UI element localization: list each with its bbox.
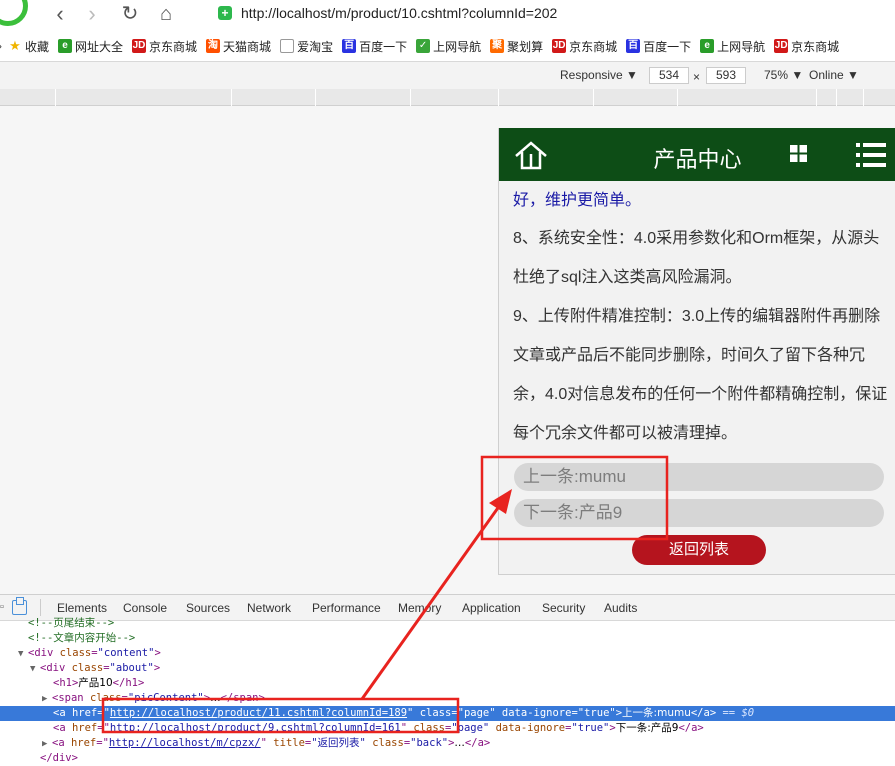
device-width-input[interactable]: 534 <box>649 67 689 84</box>
elements-panel: <!--页尾结束--> <!--文章内容开始--> ▼ <div class="c… <box>0 617 895 766</box>
bookmark-label: 上网导航 <box>433 39 482 54</box>
mobile-page-title: 产品中心 <box>653 147 742 172</box>
reload-icon[interactable]: ↻ <box>118 3 142 25</box>
dom-node-span-piccontent[interactable]: ▶ <span class="picContent">…</span> <box>0 691 895 706</box>
bookmark-favicon-icon: 百 <box>626 39 641 53</box>
bookmark-item[interactable]: 百百度一下 <box>626 38 691 55</box>
tab-sources[interactable]: Sources <box>186 601 230 615</box>
dom-node-div-close[interactable]: </div> <box>0 751 895 766</box>
bookmark-label: 爱淘宝 <box>297 39 334 54</box>
tab-network[interactable]: Network <box>247 601 291 615</box>
mobile-page: 产品中心 好，维护更简单。 8、系统安全性：4.0采用参数化和Orm框架，从源头… <box>498 128 895 575</box>
bookmark-favicon-icon: 百 <box>342 39 357 53</box>
dom-node-div-content[interactable]: ▼ <div class="content"> <box>0 646 895 661</box>
bookmark-item[interactable]: 淘天猫商城 <box>206 38 271 55</box>
article-paragraph-9: 9、上传附件精准控制：3.0上传的编辑器附件再删除文章或产品后不能同步删除，时间… <box>513 308 888 442</box>
bookmarks-more-icon[interactable]: › <box>0 39 2 53</box>
device-mode-select[interactable]: Responsive ▼ <box>560 68 638 82</box>
dom-node-link-next[interactable]: <a href="http://localhost/product/9.csht… <box>0 721 895 736</box>
bookmarks-bar: › ★收藏e网址大全JD京东商城淘天猫商城爱淘宝百百度一下✓上网导航聚聚划算JD… <box>0 33 895 59</box>
article-content: 好，维护更简单。 8、系统安全性：4.0采用参数化和Orm框架，从源头杜绝了sq… <box>513 183 889 453</box>
dom-node-comment-article[interactable]: <!--文章内容开始--> <box>0 631 895 646</box>
back-arrow-icon[interactable]: ‹ <box>48 3 72 25</box>
dom-node-h1[interactable]: <h1>产品10</h1> <box>0 676 895 691</box>
menu-list-icon[interactable] <box>856 142 886 168</box>
bookmark-favicon-icon: JD <box>132 39 147 53</box>
bookmark-label: 聚划算 <box>507 39 544 54</box>
secure-shield-icon: + <box>218 6 232 20</box>
article-paragraph-8: 8、系统安全性：4.0采用参数化和Orm框架，从源头杜绝了sql注入这类高风险漏… <box>513 230 880 286</box>
grid-icon[interactable] <box>790 145 807 162</box>
bookmark-label: 京东商城 <box>569 39 618 54</box>
dom-node-comment-footer[interactable]: <!--页尾结束--> <box>0 616 895 631</box>
forward-arrow-icon[interactable]: › <box>80 3 104 25</box>
bookmark-item[interactable]: 百百度一下 <box>342 38 407 55</box>
bookmark-favicon-icon: JD <box>552 39 567 53</box>
prev-article-link[interactable]: 上一条:mumu <box>514 463 884 491</box>
tab-elements[interactable]: Elements <box>57 601 107 615</box>
bookmark-label: 网址大全 <box>75 39 124 54</box>
inspect-arrow-icon[interactable]: ▫ <box>0 601 4 613</box>
bookmark-favicon-icon: e <box>58 39 73 53</box>
dom-node-link-back[interactable]: ▶ <a href="http://localhost/m/cpzx/" titl… <box>0 736 895 751</box>
bookmark-item[interactable]: JD 京东商城 <box>552 38 617 55</box>
url-input[interactable]: http://localhost/m/product/10.cshtml?col… <box>241 5 557 21</box>
bookmark-favicon-icon <box>280 39 295 53</box>
bookmark-favicon-icon: e <box>700 39 715 53</box>
media-query-ruler[interactable] <box>0 89 895 106</box>
bookmark-favicon-icon: JD <box>774 39 789 53</box>
bookmark-favicon-icon: ✓ <box>416 39 431 53</box>
bookmark-item[interactable]: e 上网导航 <box>700 38 765 55</box>
bookmark-favicon-icon: ★ <box>9 38 21 53</box>
bookmark-label: 京东商城 <box>149 39 198 54</box>
article-line-top: 好，维护更简单。 <box>513 192 642 209</box>
device-toggle-icon[interactable] <box>12 597 27 615</box>
tab-console[interactable]: Console <box>123 601 167 615</box>
tab-performance[interactable]: Performance <box>312 601 381 615</box>
back-to-list-button[interactable]: 返回列表 <box>632 535 766 565</box>
tab-security[interactable]: Security <box>542 601 585 615</box>
screenshot-root: ‹ › ↻ ⌂ + http://localhost/m/product/10.… <box>0 0 895 766</box>
bookmark-item[interactable]: ✓ 上网导航 <box>416 38 481 55</box>
dimension-separator: × <box>693 70 701 84</box>
bookmark-favicon-icon: 淘 <box>206 39 221 53</box>
next-article-link[interactable]: 下一条:产品9 <box>514 499 884 527</box>
browser-address-bar: ‹ › ↻ ⌂ + http://localhost/m/product/10.… <box>0 0 895 30</box>
bookmark-label: 百度一下 <box>359 39 408 54</box>
dom-node-div-about[interactable]: ▼ <div class="about"> <box>0 661 895 676</box>
bookmark-item[interactable]: ★ 收藏 <box>8 38 49 55</box>
tab-memory[interactable]: Memory <box>398 601 441 615</box>
bookmark-item[interactable]: JD 京东商城 <box>774 38 839 55</box>
bookmark-item[interactable]: 爱淘宝 <box>280 38 333 55</box>
mobile-header: 产品中心 <box>499 128 895 181</box>
bookmark-label: 天猫商城 <box>223 39 272 54</box>
bookmark-label: 京东商城 <box>791 39 840 54</box>
bookmark-item[interactable]: 聚聚划算 <box>490 38 543 55</box>
network-throttle-select[interactable]: Online ▼ <box>809 68 859 82</box>
device-toolbar: Responsive ▼ 534 × 593 75% ▼ Online ▼ <box>0 61 895 89</box>
bookmark-item[interactable]: JD 京东商城 <box>132 38 197 55</box>
bookmark-label: 上网导航 <box>717 39 766 54</box>
tab-application[interactable]: Application <box>462 601 521 615</box>
zoom-select[interactable]: 75% ▼ <box>764 68 803 82</box>
browser-logo-icon <box>0 0 28 26</box>
device-height-input[interactable]: 593 <box>706 67 746 84</box>
bookmark-favicon-icon: 聚 <box>490 39 505 53</box>
home-icon[interactable]: ⌂ <box>154 3 178 25</box>
dom-node-link-prev-selected[interactable]: <a href="http://localhost/product/11.csh… <box>0 706 895 721</box>
bookmark-item[interactable]: e 网址大全 <box>58 38 123 55</box>
bookmark-label: 收藏 <box>25 39 50 54</box>
bookmark-label: 百度一下 <box>643 39 692 54</box>
tab-audits[interactable]: Audits <box>604 601 637 615</box>
